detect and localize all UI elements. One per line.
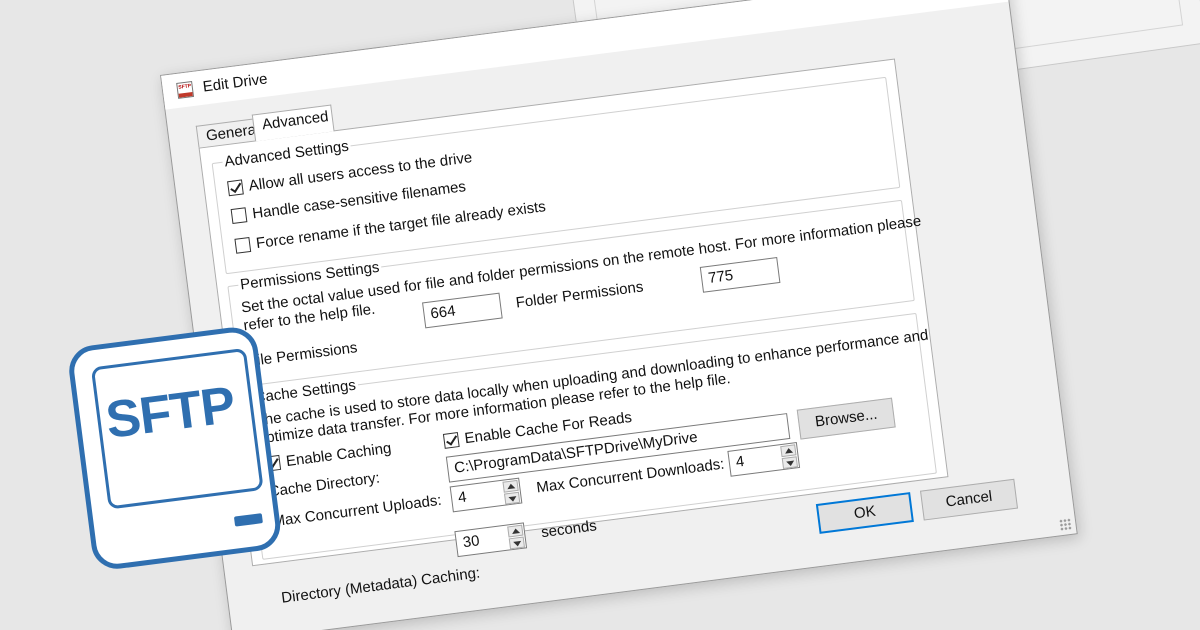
cancel-button[interactable]: Cancel	[919, 478, 1019, 521]
enable-caching-label: Enable Caching	[285, 439, 393, 471]
resize-grip-icon[interactable]	[1058, 517, 1073, 532]
edit-drive-dialog: SFTP Edit Drive General Advanced Advance…	[160, 0, 1078, 630]
allow-all-users-checkbox[interactable]	[227, 179, 244, 197]
max-uploads-stepper[interactable]: 4	[449, 477, 523, 513]
metadata-caching-arrows[interactable]	[507, 524, 525, 550]
case-sensitive-checkbox[interactable]	[230, 207, 248, 224]
max-uploads-arrows[interactable]	[502, 479, 521, 505]
folder-permissions-label: Folder Permissions	[514, 278, 645, 312]
max-uploads-label: Max Concurrent Uploads:	[271, 491, 443, 531]
max-uploads-up-icon[interactable]	[502, 479, 519, 493]
browse-button[interactable]: Browse...	[796, 397, 896, 440]
advanced-settings-label: Advanced Settings	[221, 137, 352, 171]
folder-permissions-input[interactable]: 775	[699, 257, 781, 293]
drive-slot-icon	[233, 513, 263, 527]
max-uploads-value: 4	[457, 488, 468, 507]
metadata-caching-up-icon[interactable]	[507, 524, 524, 538]
advanced-tab-panel: Advanced Settings Allow all users access…	[198, 58, 949, 607]
drive-outline: SFTP	[66, 324, 284, 572]
enable-caching-row[interactable]: Enable Caching	[264, 440, 392, 473]
max-downloads-arrows[interactable]	[780, 444, 798, 470]
max-downloads-up-icon[interactable]	[780, 444, 797, 458]
force-rename-checkbox[interactable]	[234, 236, 252, 254]
metadata-caching-label: Directory (Metadata) Caching:	[280, 564, 482, 607]
max-downloads-down-icon[interactable]	[781, 456, 798, 470]
max-uploads-down-icon[interactable]	[503, 491, 521, 505]
max-downloads-stepper[interactable]: 4	[727, 442, 801, 477]
tab-strip: General Advanced	[195, 104, 335, 148]
metadata-caching-value: 30	[461, 532, 481, 552]
app-icon: SFTP	[176, 80, 195, 99]
screen: SFTP Edit Drive General Advanced Advance…	[0, 0, 1200, 630]
max-downloads-value: 4	[734, 452, 746, 471]
metadata-caching-down-icon[interactable]	[508, 536, 525, 550]
sftp-logo: SFTP	[66, 323, 294, 577]
dialog-title: Edit Drive	[201, 70, 269, 96]
enable-cache-reads-checkbox[interactable]	[442, 432, 460, 449]
ok-button[interactable]: OK	[815, 492, 914, 534]
file-permissions-input[interactable]: 664	[422, 292, 503, 329]
